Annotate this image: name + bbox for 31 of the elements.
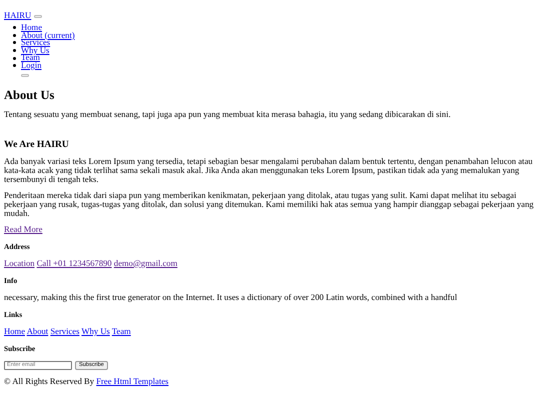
- contact-link[interactable]: Call +01 1234567890: [36, 258, 112, 268]
- nav-link[interactable]: Why Us: [21, 46, 50, 54]
- nav-link[interactable]: Home: [21, 24, 42, 32]
- footer-link[interactable]: Services: [50, 326, 80, 336]
- nav-link[interactable]: Services: [21, 39, 50, 47]
- section-subtitle: We Are HAIRU: [4, 138, 70, 150]
- footer-link[interactable]: Home: [4, 326, 26, 336]
- bullet-icon: [13, 34, 16, 37]
- bullet-icon: [13, 56, 16, 60]
- bullet-icon: [13, 26, 16, 30]
- paragraph: Ada banyak variasi teks Lorem Ipsum yang tersedia, tetapi sebagian besar mengalami perubahan dalam bentuk tertentu, dengan penambahan lelucon atau kata-kata acak yang tidak terlihat sama sekali masuk akal. Jika Anda akan menggunakan teks Lorem Ipsum, pastikan tidak ada yang memalukan yang tersembunyi di tengah teks.: [4, 156, 534, 184]
- bullet-icon: [13, 41, 16, 44]
- section-title: About Us: [4, 88, 56, 103]
- nav-link[interactable]: About (current): [21, 32, 75, 40]
- menu-toggle-button[interactable]: [34, 14, 42, 18]
- footer-link[interactable]: Why Us: [81, 326, 110, 336]
- bullet-icon: [13, 64, 16, 68]
- paragraph: Penderitaan mereka tidak dari siapa pun yang memberikan kenikmatan, pekerjaan yang ditolak, atau tugas yang sulit. Kami dapat melihat itu sebagai pekerjaan yang rusak, tugas-tugas yang ditolak, dan solusi yang ditemukan. Kami memiliki hak atas semua yang hampir dianggap sebagai pekerjaan yang mudah.: [4, 190, 535, 218]
- read-more-link[interactable]: Read More: [4, 224, 42, 234]
- bullet-icon: [13, 49, 16, 52]
- templates-link[interactable]: Free Html Templates: [96, 376, 169, 386]
- intro-text: Tentang sesuatu yang membuat senang, tapi juga apa pun yang membuat kita merasa bahagia, itu yang sedang dibicarakan di sini.: [4, 110, 452, 119]
- contact-link[interactable]: Location: [4, 258, 35, 268]
- footer-link[interactable]: About: [26, 326, 48, 336]
- footer-link[interactable]: Team: [112, 326, 131, 336]
- nav-link[interactable]: Login: [21, 62, 42, 70]
- info-text: necessary, making this the first true generator on the Internet. It uses a dictionary of over 200 Latin words, combined with a handful: [4, 292, 458, 302]
- brand-link[interactable]: HAIRU: [4, 10, 32, 20]
- copyright-text: © All Rights Reserved By: [4, 376, 94, 386]
- collapse-button[interactable]: [21, 74, 29, 78]
- contact-link[interactable]: demo@gmail.com: [114, 258, 178, 268]
